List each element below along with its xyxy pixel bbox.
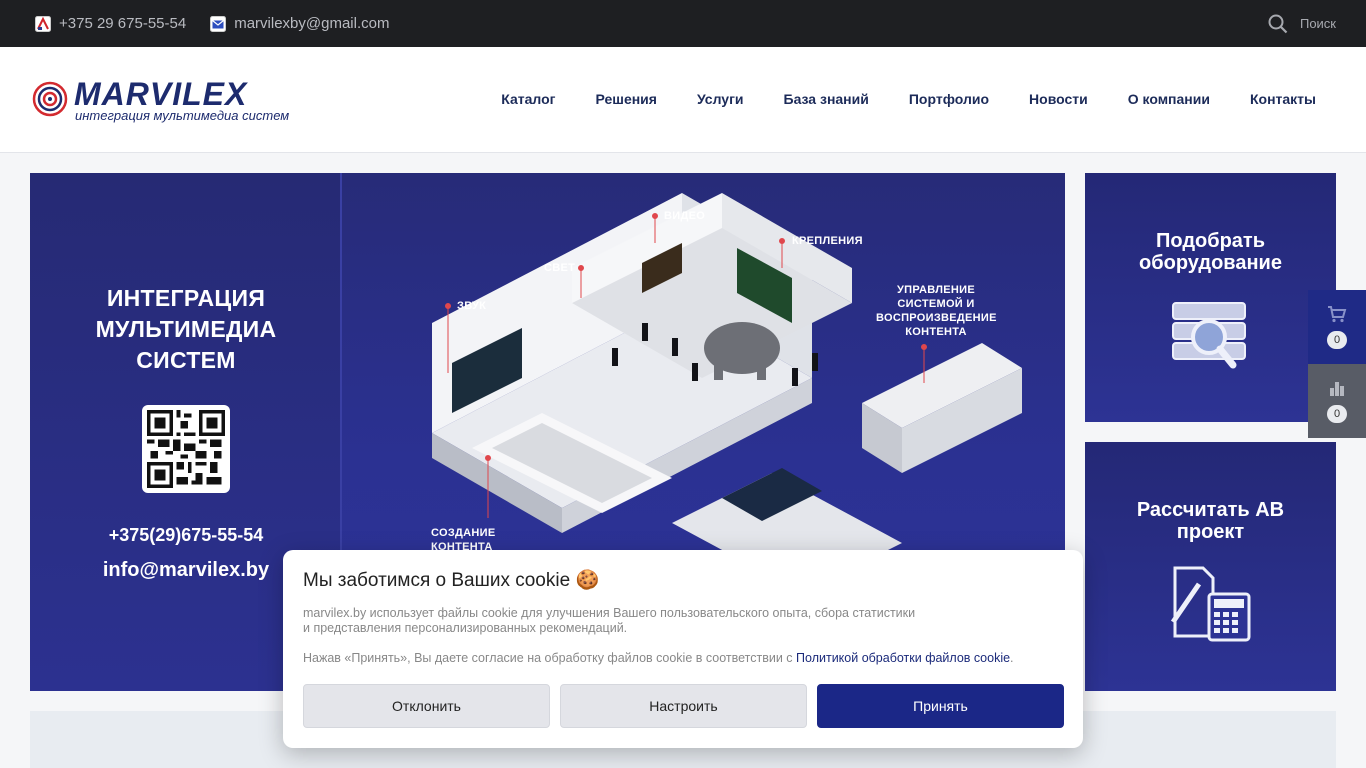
topbar-phone[interactable]: +375 29 675-55-54 bbox=[35, 15, 186, 32]
top-bar: +375 29 675-55-54 marvilexby@gmail.com П… bbox=[0, 0, 1366, 47]
card-calc-title: Рассчитать АВ проект bbox=[1136, 499, 1285, 543]
label-control: УПРАВЛЕНИЕ СИСТЕМОЙ И ВОСПРОИЗВЕДЕНИЕ КО… bbox=[876, 284, 997, 338]
nav-item-news[interactable]: Новости bbox=[1029, 91, 1088, 107]
site-header: MARVILEX интеграция мультимедиа систем К… bbox=[0, 47, 1366, 153]
cookie-policy-link[interactable]: Политикой обработки файлов cookie bbox=[796, 651, 1010, 665]
nav-item-knowledge-base[interactable]: База знаний bbox=[784, 91, 869, 107]
cookie-consent-text: Нажав «Принять», Вы даете согласие на об… bbox=[303, 651, 1014, 665]
nav-item-contacts[interactable]: Контакты bbox=[1250, 91, 1316, 107]
card-av-calculator[interactable]: Рассчитать АВ проект bbox=[1085, 442, 1336, 691]
cookie-title: Мы заботимся о Ваших cookie 🍪 bbox=[303, 570, 600, 591]
nav-item-portfolio[interactable]: Портфолио bbox=[909, 91, 989, 107]
cookie-description: marvilex.by использует файлы cookie для … bbox=[303, 606, 916, 635]
compare-count: 0 bbox=[1327, 405, 1347, 423]
topbar-email[interactable]: marvilexby@gmail.com bbox=[210, 15, 389, 32]
search-icon bbox=[1268, 14, 1288, 33]
label-mounts: КРЕПЛЕНИЯ bbox=[792, 235, 863, 247]
accept-button[interactable]: Принять bbox=[817, 684, 1064, 728]
search-label: Поиск bbox=[1299, 16, 1336, 31]
cart-icon bbox=[1328, 306, 1347, 323]
main-nav: Каталог Решения Услуги База знаний Портф… bbox=[461, 91, 1316, 107]
cart-count: 0 bbox=[1327, 331, 1347, 349]
logo-spiral-icon bbox=[32, 81, 68, 117]
label-video: ВИДЕО bbox=[664, 210, 706, 222]
hero-title: ИНТЕГРАЦИЯ МУЛЬТИМЕДИА СИСТЕМ bbox=[95, 285, 277, 373]
logo-brand: MARVILEX bbox=[74, 76, 248, 112]
bar-chart-icon bbox=[1330, 382, 1344, 396]
topbar-search[interactable]: Поиск bbox=[1268, 14, 1336, 34]
mail-icon bbox=[210, 15, 227, 32]
card-equipment-picker[interactable]: Подобрать оборудование bbox=[1085, 173, 1336, 422]
card-equipment-title: Подобрать оборудование bbox=[1139, 230, 1282, 274]
compare-widget[interactable]: 0 bbox=[1308, 364, 1366, 438]
label-sound: ЗВУК bbox=[457, 300, 487, 312]
hero-phone[interactable]: +375(29)675-55-54 bbox=[30, 525, 342, 546]
nav-item-catalog[interactable]: Каталог bbox=[501, 91, 555, 107]
cookie-consent-dialog: Мы заботимся о Ваших cookie 🍪 marvilex.b… bbox=[283, 550, 1083, 748]
cart-widget[interactable]: 0 bbox=[1308, 290, 1366, 364]
nav-item-about[interactable]: О компании bbox=[1128, 91, 1210, 107]
logo[interactable]: MARVILEX интеграция мультимедиа систем bbox=[32, 76, 290, 123]
configure-button[interactable]: Настроить bbox=[560, 684, 807, 728]
document-calculator-icon bbox=[1170, 566, 1251, 642]
server-search-icon bbox=[1172, 302, 1246, 369]
reject-button[interactable]: Отклонить bbox=[303, 684, 550, 728]
qr-code bbox=[142, 405, 230, 493]
label-light: СВЕТ bbox=[544, 262, 576, 274]
nav-item-services[interactable]: Услуги bbox=[697, 91, 744, 107]
topbar-email-text: marvilexby@gmail.com bbox=[234, 15, 390, 32]
logo-tagline: интеграция мультимедиа систем bbox=[75, 108, 290, 123]
nav-item-solutions[interactable]: Решения bbox=[596, 91, 657, 107]
topbar-phone-text: +375 29 675-55-54 bbox=[59, 15, 187, 32]
phone-icon bbox=[35, 15, 51, 32]
